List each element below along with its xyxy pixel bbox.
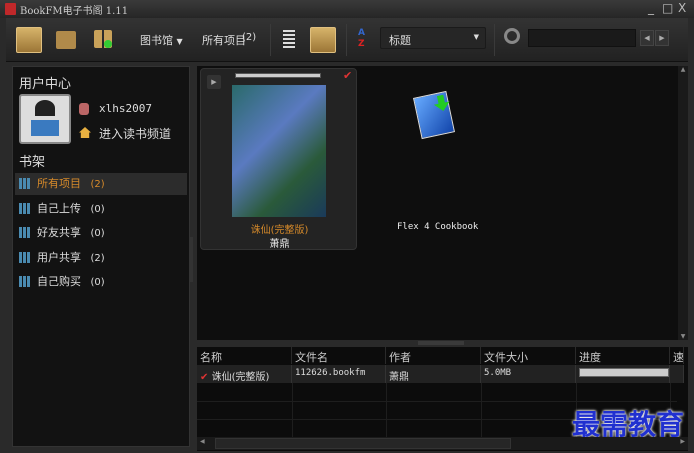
sidebar-item-all[interactable]: 所有项目 (2) [15, 173, 187, 195]
cell-filename: 112626.bookfm [292, 365, 386, 383]
column-header[interactable]: 文件大小 [481, 347, 576, 364]
shelf-icon [19, 276, 31, 287]
download-file-icon[interactable] [413, 90, 455, 140]
cell-progress [576, 365, 670, 383]
filter-count: (2) [242, 32, 257, 43]
sidebar-item-purchased[interactable]: 自己购买 (0) [15, 271, 187, 293]
horizontal-scrollbar[interactable]: ◀ ▶ [197, 437, 688, 450]
check-icon: ✔ [343, 69, 353, 82]
reader-button[interactable] [56, 31, 76, 49]
grid-scrollbar[interactable]: ▲ ▼ [678, 66, 688, 340]
sidebar: 用户中心 xlhs2007 进入读书频道 书架 所有项目 (2) 自己上传 (0… [12, 66, 193, 447]
shelf-icon [19, 227, 31, 238]
book-title: Flex 4 Cookbook [397, 222, 479, 232]
grid-view-button[interactable] [310, 27, 336, 53]
chevron-down-icon: ▼ [473, 33, 479, 41]
shelf-icon [19, 252, 31, 263]
user-icon [79, 103, 89, 115]
window-title: BookFM电子书阁 1.11 [20, 6, 129, 17]
prev-button[interactable]: ◀ [640, 30, 654, 46]
column-header[interactable]: 作者 [386, 347, 481, 364]
search-icon [504, 28, 520, 44]
column-header[interactable]: 名称 [197, 347, 292, 364]
close-button[interactable]: X [678, 1, 686, 15]
table-row[interactable]: ✔ 诛仙(完整版) 112626.bookfm 萧鼎 5.0MB [197, 365, 684, 383]
download-table: 名称 文件名 作者 文件大小 进度 速度 ✔ 诛仙(完整版) 112626.bo… [197, 347, 688, 451]
book-author: 萧鼎 [269, 239, 290, 250]
play-icon[interactable]: ▶ [207, 75, 221, 89]
home-icon [79, 127, 91, 138]
upload-icon[interactable] [94, 30, 112, 48]
bookshelf-view-button[interactable] [16, 27, 42, 53]
cell-author: 萧鼎 [386, 365, 481, 383]
sort-az-icon[interactable]: AZ [358, 28, 365, 50]
avatar[interactable] [19, 94, 71, 144]
column-header[interactable]: 进度 [576, 347, 670, 364]
minimize-button[interactable]: _ [648, 1, 654, 15]
shelf-icon [19, 203, 31, 214]
splitter-handle[interactable] [418, 341, 464, 345]
toolbar: 图书馆 ▼ 所有项目 (2) AZ 标题 ▼ ◀ ▶ [6, 18, 688, 62]
book-title: 诛仙(完整版) [250, 225, 309, 236]
user-center-title: 用户中心 [19, 77, 72, 92]
channel-link[interactable]: 进入读书频道 [99, 125, 171, 142]
progress-bar [579, 368, 669, 377]
book-grid: ▶ ✔ 诛仙(完整版) 萧鼎 Flex 4 Cookbook ▲ ▼ [197, 66, 688, 340]
book-cover [232, 85, 326, 217]
cell-size: 5.0MB [481, 365, 576, 383]
next-button[interactable]: ▶ [655, 30, 669, 46]
shelf-title: 书架 [19, 155, 46, 170]
library-dropdown[interactable]: 图书馆 ▼ [140, 32, 183, 48]
check-icon: ✔ [200, 372, 209, 383]
shelf-icon [19, 178, 31, 189]
sidebar-item-friends[interactable]: 好友共享 (0) [15, 222, 187, 244]
list-view-button[interactable] [283, 30, 295, 50]
sidebar-scrollbar[interactable] [190, 237, 193, 282]
column-header[interactable]: 速度 [670, 347, 684, 364]
username: xlhs2007 [99, 102, 152, 115]
sort-select[interactable]: 标题 ▼ [380, 27, 486, 49]
filter-label: 所有项目 [202, 34, 246, 47]
title-bar: BookFM电子书阁 1.11 _ □ X [0, 0, 694, 18]
maximize-button[interactable]: □ [662, 1, 673, 15]
download-progress-bar [235, 73, 321, 78]
sidebar-item-uploaded[interactable]: 自己上传 (0) [15, 198, 187, 220]
sidebar-item-users[interactable]: 用户共享 (2) [15, 247, 187, 269]
search-input[interactable] [528, 29, 636, 47]
chevron-down-icon: ▼ [176, 37, 183, 46]
book-card[interactable]: ▶ ✔ 诛仙(完整版) 萧鼎 [200, 68, 357, 250]
column-header[interactable]: 文件名 [292, 347, 386, 364]
app-icon [5, 3, 16, 15]
